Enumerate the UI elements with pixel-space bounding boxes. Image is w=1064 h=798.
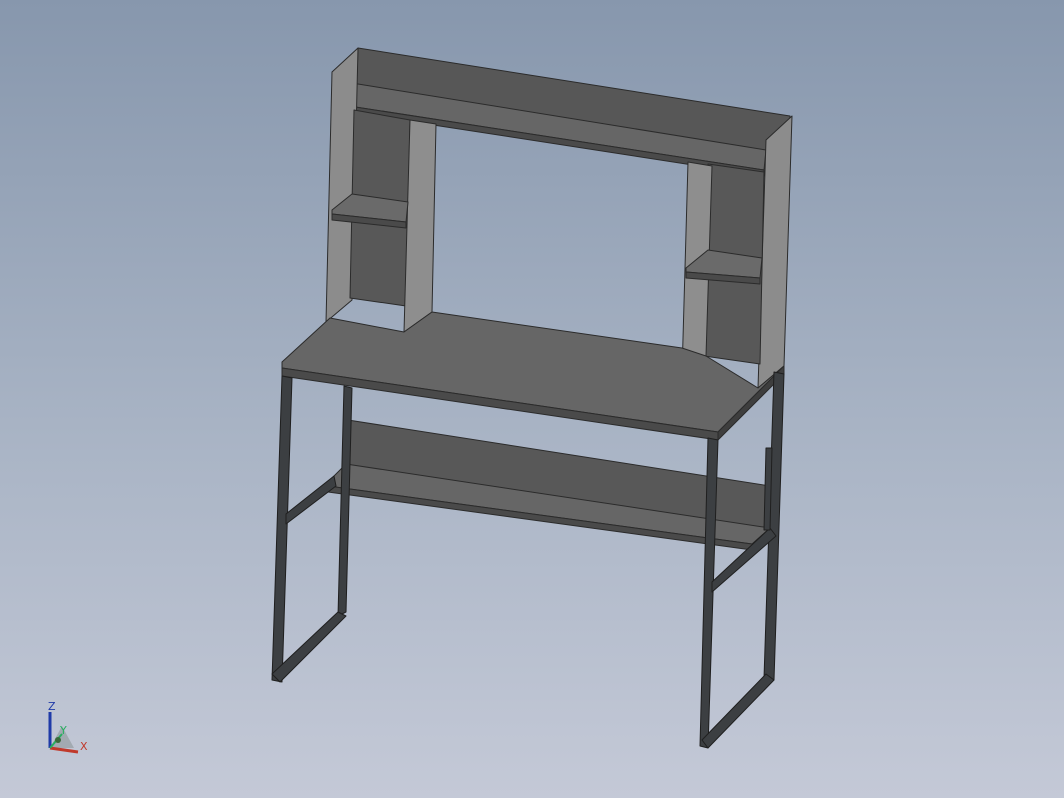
frame-left-front-leg (271, 375, 293, 683)
x-axis-label: X (80, 740, 88, 753)
y-axis-label: Y (59, 724, 67, 737)
hutch-left-divider (403, 119, 437, 333)
frame-right-bottom-rail (701, 673, 775, 749)
cad-viewport[interactable]: Z Y X (0, 0, 1064, 798)
frame-right-upper-post (763, 447, 773, 531)
desk-model[interactable] (0, 0, 1064, 798)
z-axis-label: Z (48, 700, 56, 713)
triad-origin (55, 737, 61, 743)
frame-left-middle-rail (285, 475, 337, 525)
frame-left-back-leg (337, 385, 353, 617)
axis-triad: Z Y X (48, 700, 88, 754)
x-axis-line (49, 746, 79, 754)
